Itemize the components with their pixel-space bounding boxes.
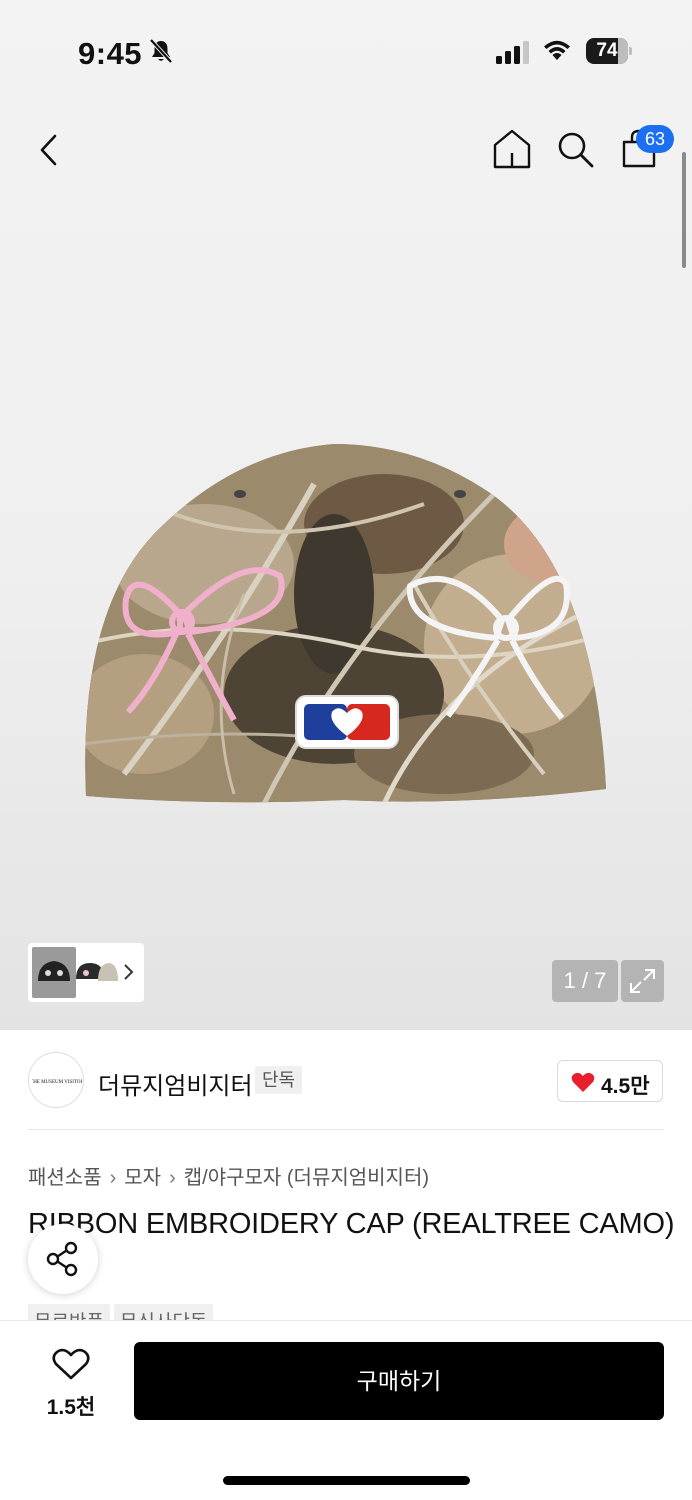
wishlist-count: 1.5천 — [46, 1396, 96, 1419]
battery-level: 74 — [596, 40, 618, 61]
product-image — [85, 444, 606, 803]
home-indicator[interactable] — [223, 1476, 470, 1485]
expand-button[interactable] — [621, 960, 664, 1002]
thumbnail-3[interactable] — [98, 951, 118, 993]
top-nav — [0, 120, 692, 180]
brand-logo[interactable]: THE MUSEUM VISITOR — [28, 1052, 84, 1108]
product-title: RIBBON EMBROIDERY CAP (REALTREE CAMO) — [28, 1208, 675, 1240]
thumbnail-1[interactable] — [32, 947, 76, 998]
breadcrumb-item-1[interactable]: 패션소품 — [28, 1161, 102, 1190]
product-tags: 무료반품무신사단독 — [28, 1304, 217, 1320]
battery-icon: 74 — [586, 38, 632, 64]
cart-count-badge: 63 — [636, 125, 674, 153]
scrollbar — [682, 152, 686, 268]
bell-slash-icon — [149, 38, 173, 64]
chevron-right-icon[interactable] — [122, 963, 134, 981]
signal-icon — [496, 41, 529, 64]
search-icon[interactable] — [556, 130, 596, 170]
exclusive-badge: 단독 — [255, 1066, 303, 1094]
chevron-right-icon: › — [109, 1167, 117, 1189]
wishlist-button[interactable]: 1.5천 — [36, 1347, 106, 1419]
breadcrumb: 패션소품 › 모자 › 캡/야구모자 (더뮤지엄비지터) — [28, 1161, 429, 1190]
bottom-action-bar: 1.5천 구매하기 — [0, 1320, 692, 1500]
share-button[interactable] — [28, 1224, 98, 1294]
chevron-right-icon: › — [169, 1167, 176, 1189]
brand-like-button[interactable]: 4.5만 — [557, 1060, 663, 1102]
heart-outline-icon — [52, 1348, 90, 1380]
product-image-gallery[interactable]: 9:45 74 63 1 / 7 — [0, 0, 692, 1030]
wifi-icon — [544, 40, 570, 60]
divider — [28, 1129, 664, 1130]
breadcrumb-item-2[interactable]: 모자 — [124, 1161, 161, 1190]
svg-text:THE MUSEUM VISITOR: THE MUSEUM VISITOR — [32, 1080, 82, 1085]
chevron-left-icon[interactable] — [36, 132, 62, 168]
home-icon[interactable] — [492, 128, 532, 170]
brand-row: THE MUSEUM VISITOR 더뮤지엄비지터 단독 4.5만 — [0, 1030, 692, 1130]
tag-free-return: 무료반품 — [28, 1304, 110, 1320]
heart-filled-icon — [571, 1072, 595, 1092]
status-time: 9:45 — [78, 36, 143, 71]
buy-button[interactable]: 구매하기 — [134, 1342, 664, 1420]
expand-icon — [630, 969, 655, 993]
brand-like-count: 4.5만 — [601, 1075, 650, 1098]
tag-exclusive: 무신사단독 — [113, 1304, 214, 1320]
breadcrumb-item-3[interactable]: 캡/야구모자 (더뮤지엄비지터) — [184, 1161, 429, 1190]
image-counter: 1 / 7 — [552, 960, 618, 1002]
status-bar: 9:45 74 — [0, 0, 692, 100]
thumbnail-strip[interactable] — [28, 943, 144, 1002]
brand-name[interactable]: 더뮤지엄비지터 — [98, 1066, 253, 1101]
share-icon — [46, 1241, 78, 1277]
